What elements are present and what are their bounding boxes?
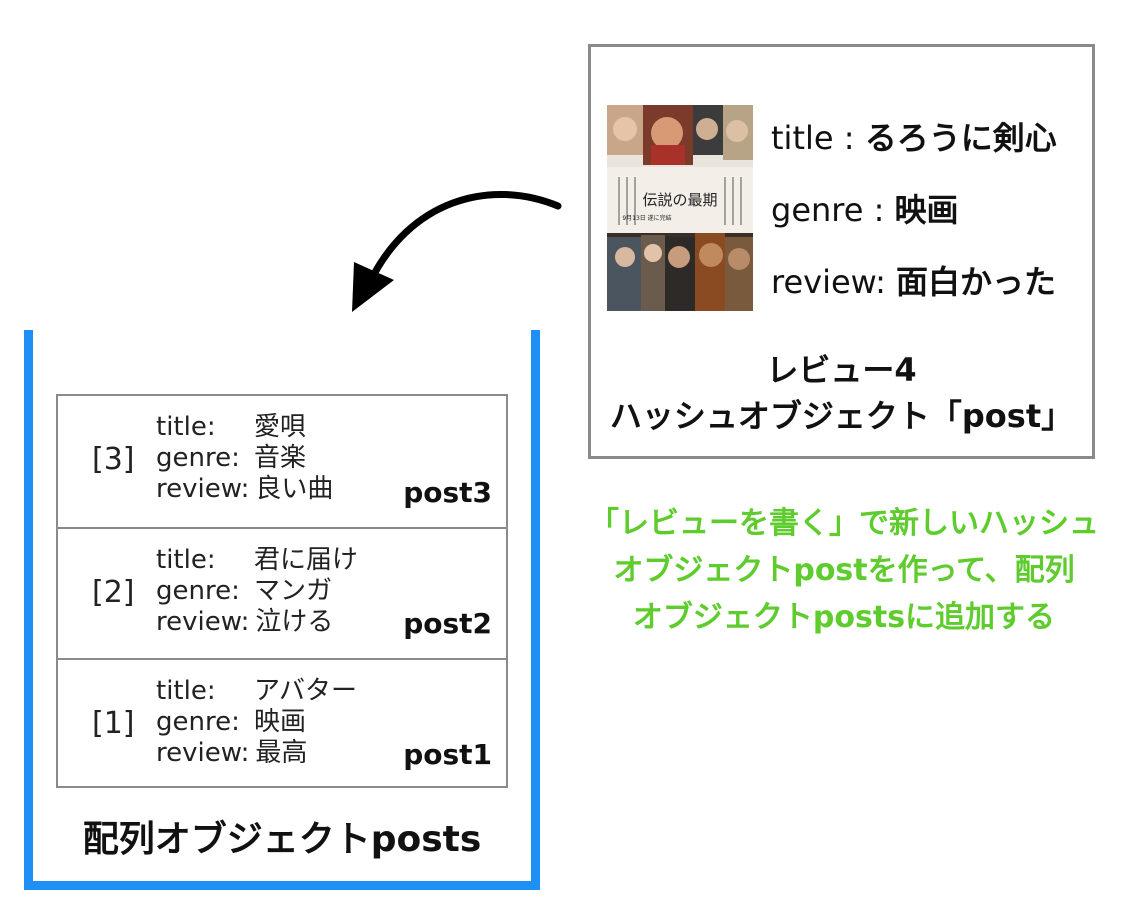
hash-caption: レビュー4 ハッシュオブジェクト「post」 [591,347,1092,439]
hash-fields: title : るろうに剣心 genre : 映画 review: 面白かった [771,113,1057,329]
posts-array-stack: [3] title: 愛唄 genre: 音楽 review: 良い曲 post3 [… [56,394,508,788]
field-key: review: [156,738,250,768]
row-fields: title: アバター genre: 映画 review: 最高 [156,676,357,769]
row-fields: title: 愛唄 genre: 音楽 review: 良い曲 [156,412,333,505]
field-value: アバター [254,676,357,706]
post-name-label: post3 [403,476,492,509]
field-value: 最高 [255,738,308,768]
array-row-post2: [2] title: 君に届け genre: マンガ review: 泣ける post… [58,527,506,658]
post-name-label: post2 [403,607,492,640]
note-line3: オブジェクトpostsに追加する [632,600,1056,635]
field-genre: genre: マンガ [156,576,358,607]
hash-field-review: review: 面白かった [771,257,1057,329]
field-key: review: [771,263,897,301]
field-review: review: 良い曲 [156,474,333,505]
field-value: るろうに剣心 [864,119,1057,157]
field-value: 良い曲 [255,474,334,504]
note-line1: 「レビューを書く」で新しいハッシュ [589,506,1099,541]
array-index: [3] [92,442,135,477]
note-line2: オブジェクトpostを作って、配列 [613,553,1075,588]
field-key: genre: [156,707,240,737]
hash-field-title: title : るろうに剣心 [771,113,1057,185]
field-title: title: 君に届け [156,545,358,576]
array-caption: 配列オブジェクトposts [82,819,482,860]
field-key: title: [156,412,216,442]
poster-tagline: 9月13日 遂に完結 [622,214,671,222]
hash-field-genre: genre : 映画 [771,185,1057,257]
hash-caption-line1: レビュー4 [766,351,917,389]
field-value: 映画 [254,707,307,737]
poster-headline: 伝説の最期 [642,191,717,209]
field-value: 君に届け [254,545,359,575]
field-genre: genre: 音楽 [156,443,333,474]
field-value: 愛唄 [254,412,307,442]
row-fields: title: 君に届け genre: マンガ review: 泣ける [156,545,358,638]
field-key: title: [156,676,216,706]
field-key: title: [156,545,216,575]
post-name-label: post1 [403,738,492,771]
field-value: 音楽 [254,443,307,473]
field-value: 泣ける [255,607,334,637]
field-key: genre : [771,191,895,229]
field-key: review: [156,474,250,504]
array-index: [1] [92,706,135,741]
field-genre: genre: 映画 [156,707,357,738]
field-value: 面白かった [896,263,1057,301]
field-title: title: 愛唄 [156,412,333,443]
field-key: review: [156,607,250,637]
field-review: review: 最高 [156,738,357,769]
array-index: [2] [92,575,135,610]
movie-poster-image: 伝説の最期 9月13日 遂に完結 [607,105,753,311]
field-key: genre: [156,443,240,473]
field-title: title: アバター [156,676,357,707]
explanation-note: 「レビューを書く」で新しいハッシュ オブジェクトpostを作って、配列 オブジェ… [566,500,1122,641]
field-value: 映画 [894,191,959,229]
hash-caption-line2: ハッシュオブジェクト「post」 [609,397,1074,435]
field-key: title : [771,119,865,157]
field-value: マンガ [254,576,333,606]
field-review: review: 泣ける [156,607,358,638]
array-row-post1: [1] title: アバター genre: 映画 review: 最高 post1 [58,658,506,789]
array-row-post3: [3] title: 愛唄 genre: 音楽 review: 良い曲 post3 [58,396,506,527]
curved-arrow-icon [352,191,562,312]
field-key: genre: [156,576,240,606]
hash-object-card: 伝説の最期 9月13日 遂に完結 title : るろうに剣心 genre : … [588,44,1095,459]
